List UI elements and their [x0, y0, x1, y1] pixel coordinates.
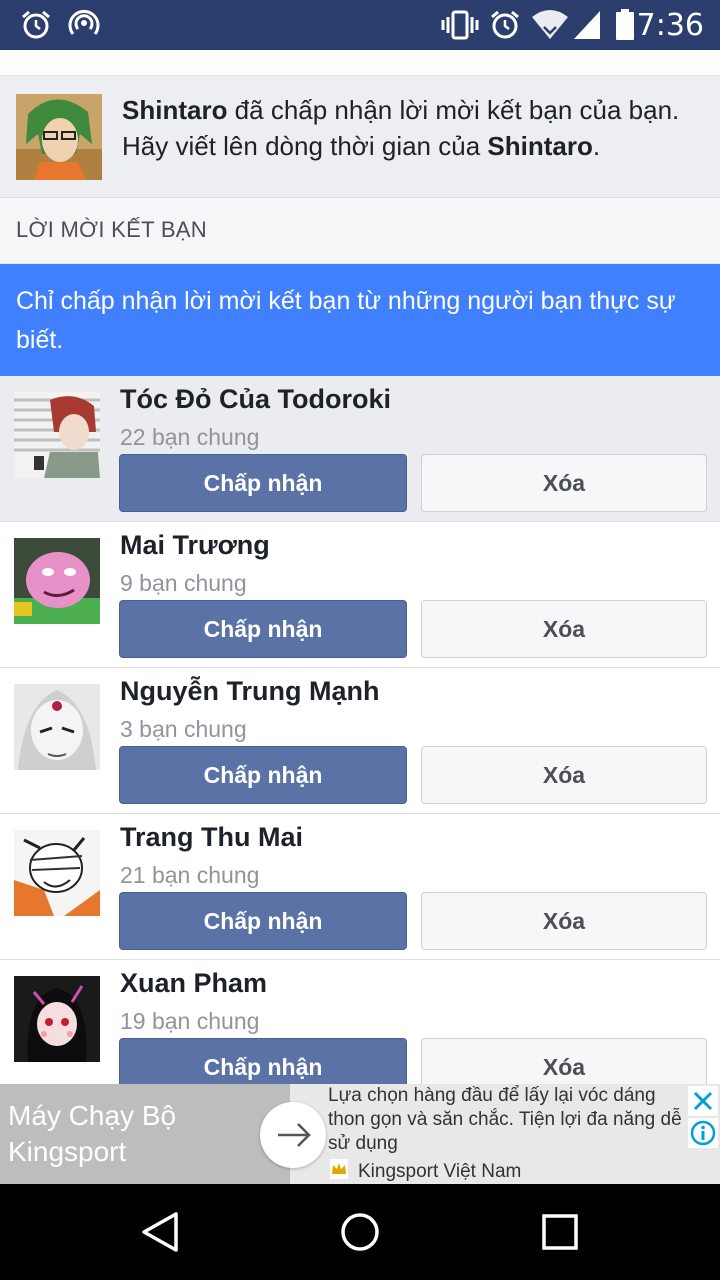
- battery-icon: [616, 9, 634, 40]
- mutual-friends-count: 9 bạn chung: [120, 570, 247, 596]
- navigation-bar: [0, 1184, 720, 1280]
- wifi-hotspot-icon: [68, 9, 100, 35]
- ad-arrow-button[interactable]: [260, 1102, 326, 1168]
- friend-request-item[interactable]: Trang Thu Mai 21 bạn chung Chấp nhận Xóa: [0, 814, 720, 960]
- accept-button[interactable]: Chấp nhận: [119, 1038, 407, 1084]
- arrow-right-icon: [278, 1123, 311, 1147]
- avatar[interactable]: [14, 538, 100, 624]
- notification-text: Shintaro đã chấp nhận lời mời kết bạn củ…: [122, 92, 702, 164]
- content-area[interactable]: Shintaro đã chấp nhận lời mời kết bạn củ…: [0, 50, 720, 1084]
- notification-period: .: [592, 131, 601, 161]
- avatar[interactable]: [16, 94, 102, 180]
- avatar[interactable]: [14, 830, 100, 916]
- delete-button[interactable]: Xóa: [421, 892, 707, 950]
- notification-name[interactable]: Shintaro: [487, 131, 592, 161]
- friend-request-item[interactable]: Xuan Pham 19 bạn chung Chấp nhận Xóa: [0, 960, 720, 1084]
- mutual-friends-count: 21 bạn chung: [120, 862, 260, 888]
- ad-info-button[interactable]: [688, 1118, 718, 1148]
- requester-name[interactable]: Trang Thu Mai: [120, 822, 303, 853]
- delete-button[interactable]: Xóa: [421, 454, 707, 512]
- accept-button[interactable]: Chấp nhận: [119, 892, 407, 950]
- avatar[interactable]: [14, 684, 100, 770]
- info-icon: [690, 1120, 716, 1146]
- accept-button[interactable]: Chấp nhận: [119, 600, 407, 658]
- mutual-friends-count: 3 bạn chung: [120, 716, 247, 742]
- section-title: LỜI MỜI KẾT BẠN: [0, 198, 720, 264]
- close-icon: [693, 1091, 713, 1111]
- alarm-icon: [22, 10, 50, 39]
- avatar[interactable]: [14, 976, 100, 1062]
- accept-button[interactable]: Chấp nhận: [119, 746, 407, 804]
- delete-button[interactable]: Xóa: [421, 1038, 707, 1084]
- mutual-friends-count: 22 bạn chung: [120, 424, 260, 450]
- wifi-icon: [532, 10, 568, 39]
- ad-description[interactable]: Lựa chọn hàng đầu để lấy lại vóc dáng th…: [328, 1084, 683, 1156]
- notification-name[interactable]: Shintaro: [122, 95, 227, 125]
- requester-name[interactable]: Tóc Đỏ Của Todoroki: [120, 384, 391, 415]
- requester-name[interactable]: Mai Trương: [120, 530, 270, 561]
- requester-name[interactable]: Nguyễn Trung Mạnh: [120, 676, 380, 707]
- friend-accepted-notification[interactable]: Shintaro đã chấp nhận lời mời kết bạn củ…: [0, 76, 720, 198]
- alarm-icon: [491, 10, 519, 39]
- ad-banner[interactable]: Máy Chạy Bộ Kingsport Lựa chọn hàng đầu …: [0, 1084, 720, 1184]
- friend-request-item[interactable]: Mai Trương 9 bạn chung Chấp nhận Xóa: [0, 522, 720, 668]
- accept-button[interactable]: Chấp nhận: [119, 454, 407, 512]
- vibrate-icon: [441, 10, 479, 40]
- delete-button[interactable]: Xóa: [421, 600, 707, 658]
- recents-icon[interactable]: [538, 1210, 582, 1254]
- requester-name[interactable]: Xuan Pham: [120, 968, 267, 999]
- ad-brand[interactable]: Kingsport Việt Nam: [358, 1161, 521, 1183]
- avatar[interactable]: [14, 392, 100, 478]
- back-icon[interactable]: [138, 1210, 182, 1254]
- ad-image[interactable]: Máy Chạy Bộ Kingsport: [0, 1084, 290, 1184]
- friend-request-item[interactable]: Nguyễn Trung Mạnh 3 bạn chung Chấp nhận …: [0, 668, 720, 814]
- crown-icon: [330, 1159, 348, 1179]
- tip-banner: Chỉ chấp nhận lời mời kết bạn từ những n…: [0, 264, 720, 376]
- status-bar: 7:36: [0, 0, 720, 50]
- home-icon[interactable]: [338, 1210, 382, 1254]
- mutual-friends-count: 19 bạn chung: [120, 1008, 260, 1034]
- friend-request-item[interactable]: Tóc Đỏ Của Todoroki 22 bạn chung Chấp nh…: [0, 376, 720, 522]
- ad-close-button[interactable]: [688, 1086, 718, 1116]
- delete-button[interactable]: Xóa: [421, 746, 707, 804]
- clock-time: 7:36: [636, 8, 704, 43]
- top-gap: [0, 50, 720, 76]
- ad-title[interactable]: Máy Chạy Bộ Kingsport: [8, 1098, 248, 1170]
- cellular-signal-icon: [574, 11, 600, 39]
